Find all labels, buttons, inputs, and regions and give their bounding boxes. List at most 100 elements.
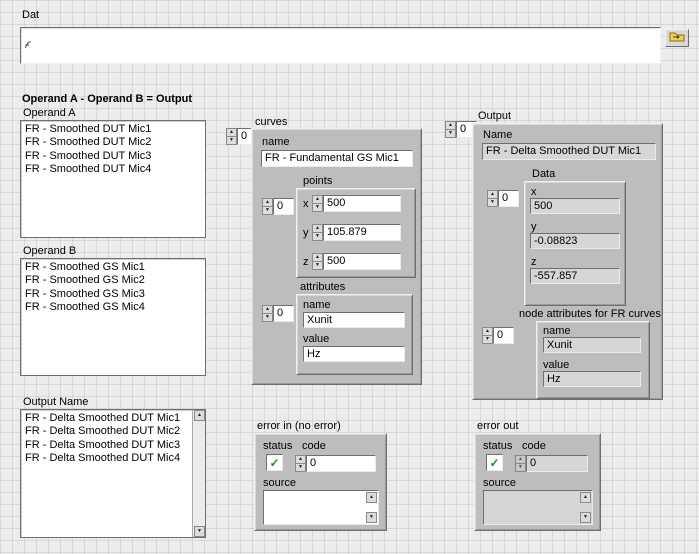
- check-icon: ✓: [269, 457, 279, 469]
- decrement-icon[interactable]: ▼: [226, 137, 237, 145]
- increment-icon[interactable]: ▲: [312, 224, 323, 233]
- node-value-label: value: [543, 359, 569, 371]
- scroll-down-icon[interactable]: ▼: [580, 512, 591, 523]
- list-item[interactable]: FR - Smoothed DUT Mic4: [21, 163, 205, 176]
- error-out-code-value: 0: [526, 455, 588, 472]
- error-in-code-control: ▲▼ 0: [295, 455, 376, 472]
- error-in-source-field[interactable]: ▲ ▼: [263, 490, 379, 525]
- output-name-listbox[interactable]: FR - Delta Smoothed DUT Mic1 FR - Delta …: [20, 409, 206, 538]
- output-name-field-label: Name: [483, 129, 512, 141]
- list-item[interactable]: FR - Smoothed DUT Mic3: [21, 150, 205, 163]
- increment-icon[interactable]: ▲: [312, 253, 323, 262]
- data-index-control: ▲▼ 0: [487, 190, 519, 207]
- list-item[interactable]: FR - Delta Smoothed DUT Mic1: [21, 412, 205, 425]
- browse-button[interactable]: [665, 29, 689, 47]
- data-y-value: -0.08823: [530, 233, 620, 249]
- scroll-up-icon[interactable]: ▲: [580, 492, 591, 503]
- labview-front-panel: Dat Operand A - Operand B = Output Opera…: [0, 0, 699, 554]
- attributes-index-value[interactable]: 0: [273, 305, 294, 322]
- operand-b-label: Operand B: [23, 245, 76, 257]
- data-cluster: x 500 y -0.08823 z -557.857: [524, 181, 626, 306]
- decrement-icon[interactable]: ▼: [262, 314, 273, 322]
- list-item[interactable]: FR - Smoothed GS Mic4: [21, 301, 205, 314]
- attribute-name-field[interactable]: Xunit: [303, 312, 405, 328]
- points-x-value[interactable]: 500: [323, 195, 401, 212]
- decrement-icon: ▼: [515, 464, 526, 472]
- increment-icon[interactable]: ▲: [312, 195, 323, 204]
- error-in-code-value[interactable]: 0: [306, 455, 376, 472]
- path-input[interactable]: [20, 27, 661, 64]
- increment-icon[interactable]: ▲: [295, 455, 306, 464]
- data-x-label: x: [531, 186, 537, 198]
- points-x-control: ▲▼ 500: [312, 195, 401, 212]
- page-title: Operand A - Operand B = Output: [22, 93, 192, 105]
- output-label: Output: [478, 110, 511, 122]
- list-item[interactable]: FR - Smoothed DUT Mic1: [21, 123, 205, 136]
- node-attributes-index-control: ▲▼ 0: [482, 327, 514, 344]
- node-attributes-label: node attributes for FR curves: [519, 308, 661, 320]
- node-name-value: Xunit: [543, 337, 641, 353]
- attribute-name-label: name: [303, 299, 331, 311]
- increment-icon[interactable]: ▲: [262, 198, 273, 207]
- decrement-icon[interactable]: ▼: [482, 336, 493, 344]
- list-item[interactable]: FR - Smoothed GS Mic3: [21, 288, 205, 301]
- data-x-value: 500: [530, 198, 620, 214]
- list-item[interactable]: FR - Delta Smoothed DUT Mic4: [21, 452, 205, 465]
- increment-icon[interactable]: ▲: [487, 190, 498, 199]
- list-item[interactable]: FR - Smoothed GS Mic1: [21, 261, 205, 274]
- scroll-up-icon[interactable]: ▲: [194, 410, 205, 421]
- increment-icon[interactable]: ▲: [226, 128, 237, 137]
- points-x-label: x: [303, 198, 309, 210]
- operand-a-label: Operand A: [23, 107, 76, 119]
- error-out-label: error out: [477, 420, 519, 432]
- error-in-code-label: code: [302, 440, 326, 452]
- data-label: Data: [532, 168, 555, 180]
- error-out-cluster: status code ✓ ▲▼ 0 source ▲ ▼: [474, 433, 601, 531]
- points-y-label: y: [303, 227, 309, 239]
- operand-b-listbox[interactable]: FR - Smoothed GS Mic1 FR - Smoothed GS M…: [20, 258, 206, 376]
- data-y-label: y: [531, 221, 537, 233]
- increment-icon[interactable]: ▲: [482, 327, 493, 336]
- increment-icon[interactable]: ▲: [262, 305, 273, 314]
- points-y-control: ▲▼ 105.879: [312, 224, 401, 241]
- error-out-code-label: code: [522, 440, 546, 452]
- list-item[interactable]: FR - Smoothed GS Mic2: [21, 274, 205, 287]
- decrement-icon[interactable]: ▼: [312, 262, 323, 270]
- increment-icon: ▲: [515, 455, 526, 464]
- list-item[interactable]: FR - Delta Smoothed DUT Mic3: [21, 439, 205, 452]
- scrollbar[interactable]: ▲ ▼: [192, 410, 205, 537]
- scroll-up-icon[interactable]: ▲: [366, 492, 377, 503]
- error-in-cluster: status code ✓ ▲▼ 0 source ▲ ▼: [254, 433, 387, 531]
- data-index-value[interactable]: 0: [498, 190, 519, 207]
- decrement-icon[interactable]: ▼: [262, 207, 273, 215]
- error-out-status-label: status: [483, 440, 512, 452]
- curves-label: curves: [255, 116, 287, 128]
- attributes-cluster: name Xunit value Hz: [296, 294, 413, 375]
- error-in-status-indicator[interactable]: ✓: [266, 454, 283, 471]
- decrement-icon[interactable]: ▼: [312, 233, 323, 241]
- node-value-value: Hz: [543, 371, 641, 387]
- curves-name-field[interactable]: FR - Fundamental GS Mic1: [261, 150, 413, 167]
- decrement-icon[interactable]: ▼: [487, 199, 498, 207]
- attributes-label: attributes: [300, 281, 345, 293]
- points-y-value[interactable]: 105.879: [323, 224, 401, 241]
- decrement-icon[interactable]: ▼: [312, 204, 323, 212]
- decrement-icon[interactable]: ▼: [445, 130, 456, 138]
- operand-a-listbox[interactable]: FR - Smoothed DUT Mic1 FR - Smoothed DUT…: [20, 120, 206, 238]
- points-index-control: ▲▼ 0: [262, 198, 294, 215]
- points-cluster: x ▲▼ 500 y ▲▼ 105.879 z ▲▼ 500: [296, 188, 416, 278]
- points-index-value[interactable]: 0: [273, 198, 294, 215]
- node-attributes-index-value[interactable]: 0: [493, 327, 514, 344]
- attribute-value-field[interactable]: Hz: [303, 346, 405, 362]
- error-out-source-label: source: [483, 477, 516, 489]
- increment-icon[interactable]: ▲: [445, 121, 456, 130]
- points-z-value[interactable]: 500: [323, 253, 401, 270]
- list-item[interactable]: FR - Smoothed DUT Mic2: [21, 136, 205, 149]
- scroll-down-icon[interactable]: ▼: [194, 526, 205, 537]
- error-out-source-field: ▲ ▼: [483, 490, 593, 525]
- error-out-status-indicator: ✓: [486, 454, 503, 471]
- scroll-down-icon[interactable]: ▼: [366, 512, 377, 523]
- list-item[interactable]: FR - Delta Smoothed DUT Mic2: [21, 425, 205, 438]
- node-attributes-cluster: name Xunit value Hz: [536, 321, 650, 399]
- decrement-icon[interactable]: ▼: [295, 464, 306, 472]
